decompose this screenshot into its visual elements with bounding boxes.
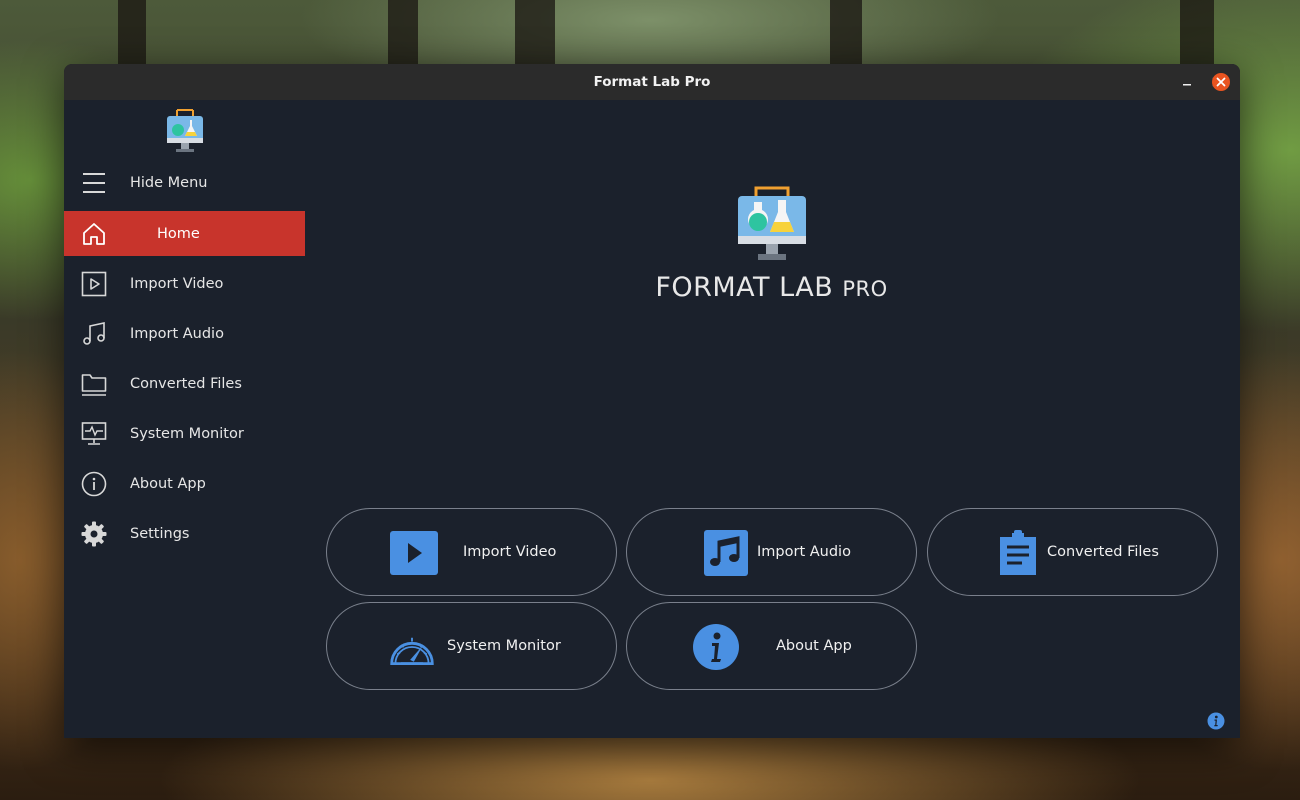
minimize-icon: [1183, 84, 1191, 86]
sidebar: Hide Menu Home Import Video Import Audio: [64, 100, 305, 738]
sidebar-item-label: About App: [130, 475, 206, 492]
background-trunk: [118, 0, 146, 70]
info-icon[interactable]: [1207, 712, 1225, 730]
folder-icon: [81, 371, 107, 397]
info-circle-icon: [692, 623, 740, 671]
play-icon: [81, 271, 107, 297]
gear-icon: [81, 521, 107, 547]
app-title-suffix: PRO: [842, 277, 888, 301]
speedometer-icon: [388, 623, 436, 671]
sidebar-item-label: Home: [157, 225, 200, 242]
app-window: Format Lab Pro Hide Menu Home Import Vid…: [64, 64, 1240, 738]
background-trunk: [515, 0, 555, 70]
app-logo-icon: [167, 109, 203, 152]
sidebar-item-import-audio[interactable]: Import Audio: [64, 311, 305, 356]
background-trunk: [830, 0, 862, 70]
sidebar-item-system-monitor[interactable]: System Monitor: [64, 411, 305, 456]
close-icon: [1212, 73, 1230, 91]
hamburger-icon: [81, 170, 107, 196]
app-title-main: FORMAT LAB: [655, 272, 834, 303]
card-label: Import Video: [463, 544, 557, 560]
sidebar-item-label: System Monitor: [130, 425, 244, 442]
clipboard-icon: [994, 529, 1042, 577]
about-app-card[interactable]: About App: [626, 602, 917, 690]
home-icon: [81, 221, 107, 247]
music-note-icon: [81, 321, 107, 347]
video-play-icon: [390, 529, 438, 577]
monitor-pulse-icon: [81, 421, 107, 447]
sidebar-item-converted-files[interactable]: Converted Files: [64, 361, 305, 406]
background-trunk: [1180, 0, 1214, 70]
window-title: Format Lab Pro: [593, 74, 711, 90]
sidebar-item-about-app[interactable]: About App: [64, 461, 305, 506]
app-title: FORMAT LAB PRO: [635, 272, 908, 303]
sidebar-item-settings[interactable]: Settings: [64, 511, 305, 556]
card-label: Import Audio: [757, 544, 851, 560]
sidebar-item-label: Import Audio: [130, 325, 224, 342]
sidebar-item-label: Converted Files: [130, 375, 242, 392]
background-trunk: [388, 0, 418, 70]
sidebar-item-hide-menu[interactable]: Hide Menu: [64, 160, 305, 205]
converted-files-card[interactable]: Converted Files: [927, 508, 1218, 596]
import-audio-card[interactable]: Import Audio: [626, 508, 917, 596]
minimize-button[interactable]: [1177, 72, 1197, 92]
audio-note-icon: [702, 529, 750, 577]
card-label: About App: [776, 638, 852, 654]
card-label: Converted Files: [1047, 544, 1159, 560]
info-icon: [81, 471, 107, 497]
app-logo-icon: [738, 186, 806, 260]
close-button[interactable]: [1211, 72, 1231, 92]
sidebar-item-import-video[interactable]: Import Video: [64, 261, 305, 306]
main-content: FORMAT LAB PRO Import Video Import Audio…: [305, 100, 1240, 738]
import-video-card[interactable]: Import Video: [326, 508, 617, 596]
sidebar-item-label: Import Video: [130, 275, 224, 292]
title-bar[interactable]: Format Lab Pro: [64, 64, 1240, 100]
sidebar-item-home[interactable]: Home: [64, 211, 305, 256]
card-label: System Monitor: [447, 638, 561, 654]
system-monitor-card[interactable]: System Monitor: [326, 602, 617, 690]
sidebar-item-label: Settings: [130, 525, 190, 542]
sidebar-item-label: Hide Menu: [130, 174, 208, 191]
